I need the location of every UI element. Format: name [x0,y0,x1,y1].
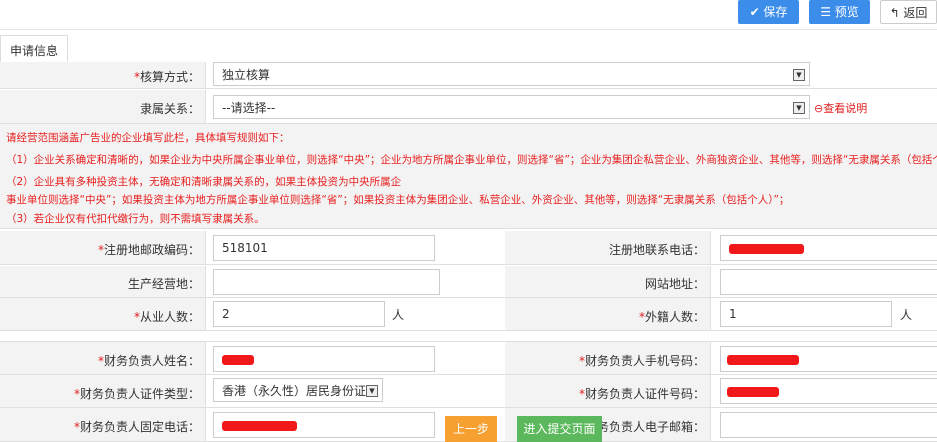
business-address-input[interactable] [213,269,440,295]
website-input[interactable] [720,269,937,295]
foreign-employees-label: *外籍人数： [638,310,705,324]
affiliation-notes: 请经营范围涵盖广告业的企业填写此栏，具体填写规则如下： （1）企业关系确定和清晰… [0,124,937,229]
view-help-link[interactable]: ⊖查看说明 [814,100,867,116]
row-address-website: 生产经营地： 网站地址： [0,266,937,298]
row-employees: *从业人数： 2 人 *外籍人数： 1 人 [0,298,937,331]
finance-name-label: *财务负责人姓名： [97,354,200,368]
row-affiliation: 隶属关系： --请选择-- ▼ ⊖查看说明 [0,90,937,124]
business-address-label: 生产经营地： [127,277,200,291]
employees-label: *从业人数： [133,310,200,324]
foreign-employees-unit: 人 [900,308,913,322]
row-finance-name: *财务负责人姓名： *财务负责人手机号码： [0,341,937,375]
note-line: （1）企业关系确定和清晰的，如果企业为中央所属企事业单位，则选择“中央”；企业为… [6,154,937,166]
accounting-method-select[interactable]: 独立核算 ▼ [213,62,810,86]
affiliation-label: 隶属关系： [139,102,200,116]
finance-id-no-label: *财务负责人证件号码： [578,387,705,401]
row-finance-id: *财务负责人证件类型： 香港（永久性）居民身份证 ▼ *财务负责人证件号码： [0,375,937,408]
phone-input[interactable] [720,235,937,261]
row-postal-phone: *注册地邮政编码： 518101 注册地联系电话： [0,231,937,265]
affiliation-select[interactable]: --请选择-- ▼ [213,95,810,119]
finance-id-type-label: *财务负责人证件类型： [73,387,200,401]
prev-step-button[interactable]: 上一步 [445,416,497,442]
dropdown-arrow-icon: ▼ [793,69,805,81]
preview-button[interactable]: ☰ 预览 [809,0,870,24]
minus-circle-icon: ⊖ [814,102,824,115]
note-line: （3）若企业仅有代扣代缴行为，则不需填写隶属关系。 [6,213,265,225]
dropdown-arrow-icon: ▼ [366,385,378,397]
website-label: 网站地址： [644,277,705,291]
finance-landline-input[interactable] [213,412,435,438]
finance-landline-label: *财务负责人固定电话： [73,420,200,434]
employees-input[interactable]: 2 [213,301,385,327]
toolbar: ✔ 保存 ☰ 预览 ↰ 返回 [0,0,937,30]
phone-label: 注册地联系电话： [608,243,705,257]
finance-email-input[interactable] [720,412,937,438]
postal-code-label: *注册地邮政编码： [97,243,200,257]
finance-id-no-input[interactable] [720,378,937,404]
save-button[interactable]: ✔ 保存 [738,0,799,24]
finance-name-input[interactable] [213,346,435,372]
finance-id-type-select[interactable]: 香港（永久性）居民身份证 ▼ [213,378,383,402]
foreign-employees-input[interactable]: 1 [720,301,892,327]
note-line: 请经营范围涵盖广告业的企业填写此栏，具体填写规则如下： [6,132,290,144]
finance-mobile-label: *财务负责人手机号码： [578,354,705,368]
employees-unit: 人 [392,308,405,322]
submit-page-button[interactable]: 进入提交页面 [517,416,602,442]
note-line: 事业单位则选择“中央”；如果投资主体为地方所属企事业单位则选择“省”；如果投资主… [6,194,790,206]
finance-mobile-input[interactable] [720,346,937,372]
back-button[interactable]: ↰ 返回 [880,0,937,24]
row-accounting-method: *核算方式： 独立核算 ▼ [0,62,937,89]
note-line: （2）企业具有多种投资主体，无确定和清晰隶属关系的，如果主体投资为中央所属企 [6,176,402,188]
accounting-method-label: *核算方式： [133,70,200,84]
postal-code-input[interactable]: 518101 [213,235,435,261]
dropdown-arrow-icon: ▼ [793,102,805,114]
